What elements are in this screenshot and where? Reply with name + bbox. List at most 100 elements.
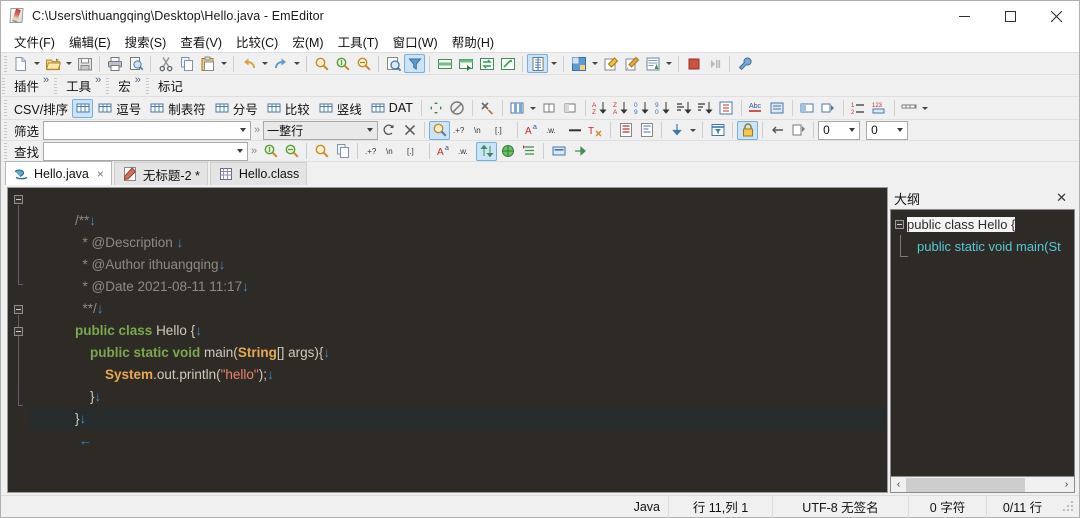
- maximize-button[interactable]: [987, 1, 1033, 31]
- tab-close-icon[interactable]: ×: [97, 167, 104, 181]
- custom-sort-icon[interactable]: [716, 99, 737, 118]
- spell-check-icon[interactable]: Abc: [746, 99, 767, 118]
- undo-dropdown[interactable]: [259, 54, 270, 73]
- scroll-thumb[interactable]: [906, 477, 1026, 492]
- delete-column-icon[interactable]: [560, 99, 581, 118]
- lines-before-spinner[interactable]: 0: [818, 120, 861, 140]
- status-encoding[interactable]: UTF-8 无签名: [772, 495, 908, 518]
- chevron-down-icon[interactable]: [232, 143, 247, 160]
- tab-hello-class[interactable]: Hello.class: [209, 162, 308, 185]
- close-icon[interactable]: ✕: [1052, 190, 1071, 206]
- paste-dropdown[interactable]: [218, 54, 229, 73]
- fold-gutter[interactable]: [8, 188, 30, 492]
- find-input[interactable]: [43, 141, 249, 161]
- cell-width-dropdown[interactable]: [920, 99, 931, 118]
- outline-horizontal-scrollbar[interactable]: ‹ ›: [890, 477, 1075, 493]
- filter-toolbar-icon[interactable]: [404, 54, 425, 73]
- csv-semicolon-mode[interactable]: 分号: [210, 99, 262, 118]
- overflow-chevron-icon[interactable]: »: [95, 75, 101, 86]
- columns-icon[interactable]: [507, 99, 528, 118]
- toolbar-grip[interactable]: [4, 55, 7, 72]
- macro-edit-icon[interactable]: [642, 54, 663, 73]
- replace-in-files-icon[interactable]: [497, 54, 518, 73]
- overflow-chevron-icon[interactable]: »: [43, 75, 49, 86]
- outline-tree[interactable]: public class Hello { public static void …: [890, 209, 1075, 477]
- group-icon[interactable]: [.]: [404, 142, 425, 161]
- jump-dropdown[interactable]: [687, 121, 698, 140]
- filter-search-icon[interactable]: [429, 120, 451, 140]
- menu-compare[interactable]: 比较(C): [229, 30, 285, 54]
- fold-toggle-comment[interactable]: [14, 195, 23, 204]
- jump-icon[interactable]: [666, 121, 687, 140]
- open-file-icon[interactable]: [42, 54, 63, 73]
- escape-sequence-icon[interactable]: \n: [471, 121, 492, 140]
- chevron-down-icon[interactable]: [893, 122, 907, 139]
- prev-result-icon[interactable]: [767, 121, 788, 140]
- sort-09-icon[interactable]: 09: [632, 99, 653, 118]
- filter-scope-value[interactable]: 一整行: [267, 122, 362, 139]
- tab-hello-java[interactable]: Hello.java ×: [5, 161, 112, 185]
- sort-desc-icon[interactable]: [695, 99, 716, 118]
- match-case-icon[interactable]: Aa: [522, 121, 543, 140]
- menu-macros[interactable]: 宏(M): [285, 30, 330, 54]
- find-prev-icon[interactable]: [260, 142, 281, 161]
- status-position[interactable]: 行 11,列 1: [668, 495, 772, 518]
- csv-bar-mode[interactable]: 竖线: [314, 99, 366, 118]
- clear-all-icon[interactable]: T: [585, 121, 606, 140]
- regex-icon[interactable]: .+?: [450, 121, 471, 140]
- match-case-icon[interactable]: Aa: [434, 142, 455, 161]
- menu-file[interactable]: 文件(F): [7, 30, 62, 54]
- match-word-icon[interactable]: .w.: [543, 121, 564, 140]
- chevron-down-icon[interactable]: [845, 122, 859, 139]
- new-file-icon[interactable]: [10, 54, 31, 73]
- dock-grip[interactable]: [145, 77, 149, 94]
- number-format-icon[interactable]: 123: [869, 99, 890, 118]
- menu-view[interactable]: 查看(V): [173, 30, 229, 54]
- dock-plugins[interactable]: 插件 »: [8, 75, 53, 96]
- chevron-down-icon[interactable]: [235, 122, 250, 139]
- tab-untitled-2[interactable]: 无标题-2 *: [113, 162, 208, 185]
- print-icon[interactable]: [104, 54, 125, 73]
- convert-icon[interactable]: [767, 99, 788, 118]
- chevron-down-icon[interactable]: [362, 122, 377, 139]
- plugins-dropdown[interactable]: [589, 54, 600, 73]
- cell-width-icon[interactable]: [899, 99, 920, 118]
- redo-dropdown[interactable]: [291, 54, 302, 73]
- status-lines[interactable]: 0/11 行: [986, 495, 1058, 518]
- toolbar-grip[interactable]: [4, 122, 7, 138]
- status-chars[interactable]: 0 字符: [908, 495, 986, 518]
- highlight-all-icon[interactable]: [497, 142, 518, 161]
- insert-column-icon[interactable]: [539, 99, 560, 118]
- dock-grip[interactable]: [2, 77, 5, 94]
- dock-macros[interactable]: 宏 »: [112, 75, 145, 96]
- toolbar-grip[interactable]: [4, 143, 7, 159]
- find-overflow-chevron-icon[interactable]: »: [248, 145, 260, 157]
- filter-scope-select[interactable]: 一整行: [263, 120, 379, 140]
- cut-icon[interactable]: [155, 54, 176, 73]
- sort-za-icon[interactable]: ZA: [611, 99, 632, 118]
- scroll-left-icon[interactable]: ‹: [891, 477, 906, 492]
- escape-sequence-icon[interactable]: \n: [383, 142, 404, 161]
- regex-icon[interactable]: .+?: [362, 142, 383, 161]
- outline-fold-toggle[interactable]: [895, 219, 904, 229]
- outline-row-class-hello[interactable]: public class Hello {: [891, 213, 1074, 235]
- dock-tools[interactable]: 工具 »: [60, 75, 105, 96]
- close-button[interactable]: [1033, 1, 1079, 31]
- bookmark-all-icon[interactable]: [518, 142, 539, 161]
- macro-run-icon[interactable]: [621, 54, 642, 73]
- dock-grip[interactable]: [54, 77, 58, 94]
- insert-row-icon[interactable]: [434, 54, 455, 73]
- csv-normal-mode[interactable]: [72, 98, 94, 118]
- find-icon[interactable]: [311, 54, 332, 73]
- menu-search[interactable]: 搜索(S): [118, 30, 174, 54]
- step-icon[interactable]: [704, 54, 725, 73]
- csv-comma-mode[interactable]: 逗号: [93, 99, 145, 118]
- outline-row-method-main[interactable]: public static void main(St: [891, 235, 1074, 257]
- dock-markers[interactable]: 标记: [152, 75, 187, 96]
- filter-lines-icon[interactable]: [615, 121, 636, 140]
- delete-row-icon[interactable]: [455, 54, 476, 73]
- csv-mode-dropdown[interactable]: [548, 54, 559, 73]
- redo-icon[interactable]: [270, 54, 291, 73]
- save-icon[interactable]: [74, 54, 95, 73]
- menu-help[interactable]: 帮助(H): [445, 30, 501, 54]
